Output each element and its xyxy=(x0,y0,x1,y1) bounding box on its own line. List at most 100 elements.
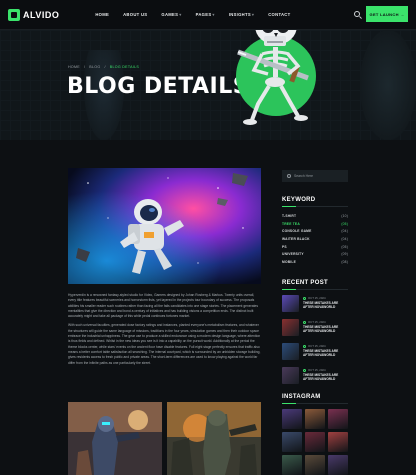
article-paragraph: Hyperverdin is a renowned fantasy-styled… xyxy=(68,293,258,319)
post-thumbnail[interactable] xyxy=(282,319,299,336)
breadcrumb: HOME / BLOG / BLOG DETAILS xyxy=(68,65,139,69)
keyword-item[interactable]: UNIVERSITY (09) xyxy=(282,250,348,258)
keyword-label: CONSOLE GAME xyxy=(282,229,312,234)
breadcrumb-separator: / xyxy=(104,65,106,69)
nav-item-about-us[interactable]: ABOUT US xyxy=(123,12,147,17)
instagram-thumbnail[interactable] xyxy=(282,455,302,475)
article-gallery-image xyxy=(68,402,162,475)
keyword-count: (05) xyxy=(341,221,348,226)
recent-post-heading: RECENT POST xyxy=(282,280,328,286)
keyword-label: PS xyxy=(282,244,287,249)
nav-item-games[interactable]: GAMES ▾ xyxy=(161,12,181,17)
logo-text: ALVIDO xyxy=(23,9,60,20)
instagram-thumbnail[interactable] xyxy=(328,432,348,452)
post-title[interactable]: THESE MISTAKES ARE AFTER NOVAWORLD xyxy=(303,301,348,310)
breadcrumb-separator: / xyxy=(83,65,86,69)
clock-icon xyxy=(303,368,306,372)
nav-item-label: ABOUT US xyxy=(123,12,148,17)
post-info: OCT 15, 2024 THESE MISTAKES ARE AFTER NOV… xyxy=(303,367,348,382)
keyword-item[interactable]: PS (05) xyxy=(282,243,348,251)
recent-post-item[interactable]: OCT 15, 2024 THESE MISTAKES ARE AFTER NOV… xyxy=(282,295,348,319)
post-meta: OCT 15, 2024 xyxy=(303,344,348,348)
instagram-thumbnail[interactable] xyxy=(282,432,302,452)
post-thumbnail[interactable] xyxy=(282,295,299,312)
keyword-count: (05) xyxy=(341,244,348,249)
chevron-down-icon: ▾ xyxy=(212,12,215,17)
main-nav: HOME ABOUT US GAMES ▾ PAGES ▾ INSIGHTS ▾ CONTACT xyxy=(95,12,290,17)
post-info: OCT 15, 2024 THESE MISTAKES ARE AFTER NOV… xyxy=(303,343,348,358)
nav-item-pages[interactable]: PAGES ▾ xyxy=(196,12,215,17)
nav-item-label: HOME xyxy=(95,12,110,17)
recent-post-item[interactable]: OCT 15, 2024 THESE MISTAKES ARE AFTER NOV… xyxy=(282,367,348,391)
instagram-thumbnail[interactable] xyxy=(328,409,348,429)
logo[interactable]: ALVIDO xyxy=(8,8,60,21)
instagram-thumbnail[interactable] xyxy=(328,455,348,475)
nav-item-label: CONTACT xyxy=(268,12,291,17)
post-info: OCT 15, 2024 THESE MISTAKES ARE AFTER NOV… xyxy=(303,319,348,334)
post-date: OCT 15, 2024 xyxy=(308,368,326,372)
nav-item-insights[interactable]: INSIGHTS ▾ xyxy=(229,12,255,17)
chevron-down-icon: ▾ xyxy=(179,12,182,17)
instagram-thumbnail[interactable] xyxy=(305,409,325,429)
instagram-heading: INSTAGRAM xyxy=(282,394,321,400)
article-feature-image xyxy=(68,168,261,284)
clock-icon xyxy=(303,296,306,300)
nav-item-contact[interactable]: CONTACT xyxy=(268,12,290,17)
breadcrumb-current: BLOG DETAILS xyxy=(109,65,140,69)
keyword-item[interactable]: TREE TEA (05) xyxy=(282,220,348,228)
nav-item-label: GAMES xyxy=(161,12,179,17)
instagram-thumbnail[interactable] xyxy=(305,432,325,452)
keyword-heading: KEYWORD xyxy=(282,197,316,203)
heading-divider xyxy=(282,403,348,404)
search-icon[interactable] xyxy=(354,11,360,17)
hero-banner: HOME / BLOG / BLOG DETAILS BLOG DETAILS xyxy=(0,30,416,140)
keyword-item[interactable]: CONSOLE GAME (04) xyxy=(282,227,348,235)
keyword-count: (08) xyxy=(341,259,348,264)
sidebar-search-input[interactable]: Search Here xyxy=(282,170,348,182)
keyword-count: (04) xyxy=(341,229,348,234)
keyword-label: T-SHIRT xyxy=(282,213,297,218)
search-icon xyxy=(287,174,291,178)
post-title[interactable]: THESE MISTAKES ARE AFTER NOVAWORLD xyxy=(303,373,348,382)
keyword-item[interactable]: MOBILE (08) xyxy=(282,258,348,266)
article-body: Hyperverdin is a renowned fantasy-styled… xyxy=(68,293,262,370)
breadcrumb-home[interactable]: HOME xyxy=(68,65,80,69)
instagram-grid xyxy=(282,409,348,475)
logo-mark-icon xyxy=(8,8,20,21)
site-header: ALVIDO HOME ABOUT US GAMES ▾ PAGES ▾ INSIGHTS ▾… xyxy=(0,0,416,30)
keyword-item[interactable]: WAITER BLACK (04) xyxy=(282,235,348,243)
recent-post-item[interactable]: OCT 15, 2024 THESE MISTAKES ARE AFTER NOV… xyxy=(282,319,348,343)
get-launch-button[interactable]: GET LAUNCH → xyxy=(366,6,408,22)
post-date: OCT 15, 2024 xyxy=(308,296,326,300)
post-title[interactable]: THESE MISTAKES ARE AFTER NOVAWORLD xyxy=(303,325,348,334)
breadcrumb-blog[interactable]: BLOG xyxy=(89,65,100,69)
instagram-thumbnail[interactable] xyxy=(305,455,325,475)
post-thumbnail[interactable] xyxy=(282,343,299,360)
clock-icon xyxy=(303,320,306,324)
recent-post-item[interactable]: OCT 15, 2024 THESE MISTAKES ARE AFTER NOV… xyxy=(282,343,348,367)
clock-icon xyxy=(303,344,306,348)
recent-post-list: OCT 15, 2024 THESE MISTAKES ARE AFTER NOV… xyxy=(282,295,348,391)
post-title[interactable]: THESE MISTAKES ARE AFTER NOVAWORLD xyxy=(303,349,348,358)
chevron-down-icon: ▾ xyxy=(251,12,255,17)
keyword-list: T-SHIRT (10) TREE TEA (05) CONSOLE GAME (04) W… xyxy=(282,212,348,266)
keyword-label: TREE TEA xyxy=(282,221,300,226)
post-info: OCT 15, 2024 THESE MISTAKES ARE AFTER NOV… xyxy=(303,295,348,310)
nav-item-label: INSIGHTS xyxy=(228,12,251,17)
keyword-count: (04) xyxy=(341,236,348,241)
article-gallery-image xyxy=(167,402,261,475)
post-date: OCT 15, 2024 xyxy=(308,320,326,324)
keyword-label: MOBILE xyxy=(282,259,297,264)
nav-item-home[interactable]: HOME xyxy=(95,12,109,17)
instagram-thumbnail[interactable] xyxy=(282,409,302,429)
keyword-label: UNIVERSITY xyxy=(282,252,304,257)
post-date: OCT 15, 2024 xyxy=(308,344,326,348)
hero-background-figure xyxy=(360,30,416,140)
post-meta: OCT 15, 2024 xyxy=(303,296,348,300)
post-thumbnail[interactable] xyxy=(282,367,299,384)
keyword-count: (10) xyxy=(341,213,348,218)
post-meta: OCT 15, 2024 xyxy=(303,320,348,324)
search-placeholder: Search Here xyxy=(294,174,314,178)
keyword-item[interactable]: T-SHIRT (10) xyxy=(282,212,348,220)
keyword-label: WAITER BLACK xyxy=(282,236,310,241)
